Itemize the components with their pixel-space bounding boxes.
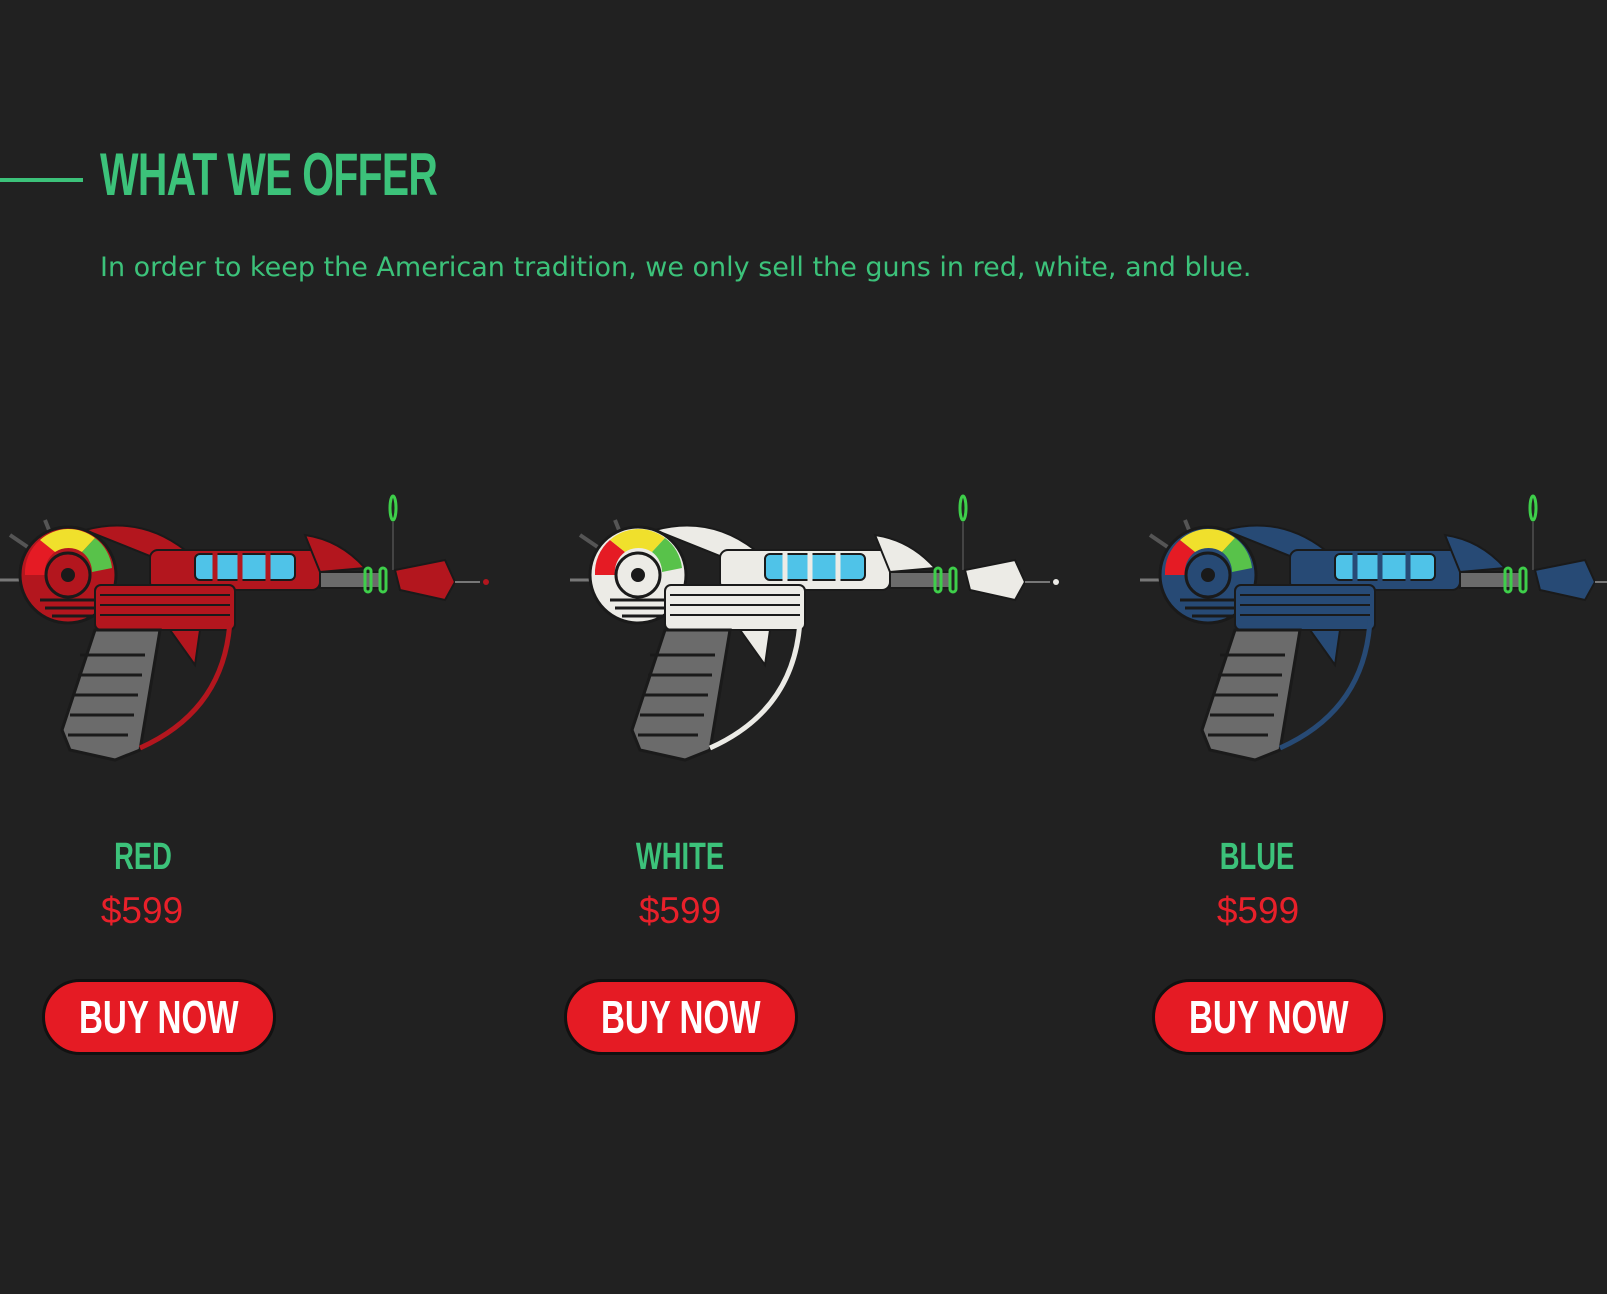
- product-card-blue: BLUE $599 BUY NOW: [1140, 490, 1607, 1070]
- product-card-white: WHITE $599 BUY NOW: [564, 490, 1090, 1070]
- ray-gun-image: [1140, 494, 1607, 762]
- section-subtitle: In order to keep the American tradition,…: [100, 252, 1252, 283]
- product-card-red: RED $599 BUY NOW: [0, 490, 520, 1070]
- buy-now-label: BUY NOW: [1189, 991, 1349, 1043]
- buy-now-button[interactable]: BUY NOW: [1152, 979, 1386, 1055]
- product-price: $599: [638, 890, 722, 931]
- product-name: RED: [114, 836, 172, 878]
- buy-now-button[interactable]: BUY NOW: [42, 979, 276, 1055]
- product-price: $599: [100, 890, 184, 931]
- buy-now-label: BUY NOW: [79, 991, 239, 1043]
- buy-now-label: BUY NOW: [601, 991, 761, 1043]
- heading-decor-line: [0, 178, 83, 182]
- ray-gun-image: [570, 494, 1059, 762]
- product-price: $599: [1216, 890, 1300, 931]
- product-name: BLUE: [1219, 836, 1295, 878]
- buy-now-button[interactable]: BUY NOW: [564, 979, 798, 1055]
- ray-gun-image: [0, 494, 489, 762]
- product-name: WHITE: [635, 836, 725, 878]
- section-heading: WHAT WE OFFER: [100, 141, 438, 208]
